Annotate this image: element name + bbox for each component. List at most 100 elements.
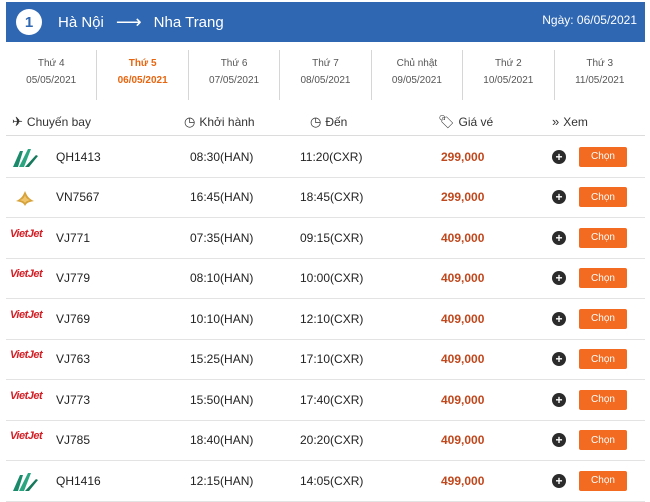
vietjet-logo: VietJet	[10, 389, 43, 402]
flight-row: VietJet VJ779 08:10(HAN) 10:00(CXR) 409,000 +…	[6, 259, 645, 299]
bamboo-airways-logo	[10, 147, 46, 167]
fare-price: 299,000	[441, 149, 485, 164]
select-flight-button[interactable]: Chọn	[579, 308, 627, 329]
date-tab-date: 07/05/2021	[209, 75, 260, 86]
clock-icon: ◷	[184, 114, 196, 129]
step-badge: 1	[16, 9, 42, 35]
date-tab-date: 10/05/2021	[483, 75, 534, 86]
date-tab-weekday: Chủ nhật	[396, 58, 438, 69]
date-tab[interactable]: Thứ 2 10/05/2021	[463, 50, 555, 100]
plus-circle-icon[interactable]: +	[552, 433, 566, 448]
flight-row: VietJet VJ785 18:40(HAN) 20:20(CXR) 409,000 +…	[6, 421, 645, 461]
col-price: 🏷 Giá vé	[438, 114, 493, 130]
flight-number: QH1413	[56, 149, 101, 164]
date-tab[interactable]: Thứ 3 11/05/2021	[555, 50, 645, 100]
date-tab-date: 09/05/2021	[391, 75, 442, 86]
departure-time: 08:10(HAN)	[190, 271, 254, 286]
date-tab-weekday: Thứ 7	[312, 58, 339, 69]
flight-number: VJ769	[56, 311, 91, 326]
fare-price: 409,000	[441, 433, 485, 448]
date-tab-date: 08/05/2021	[300, 75, 351, 86]
fare-price: 409,000	[441, 271, 485, 286]
select-flight-button[interactable]: Chọn	[579, 430, 627, 451]
col-depart-label: Khởi hành	[199, 115, 255, 129]
origin-city: Hà Nội	[58, 13, 104, 31]
flight-number: VJ779	[56, 271, 91, 286]
clock-icon: ◷	[310, 114, 322, 129]
date-tab[interactable]: Thứ 6 07/05/2021	[189, 50, 281, 100]
select-flight-button[interactable]: Chọn	[579, 389, 627, 410]
flight-list: QH1413 08:30(HAN) 11:20(CXR) 299,000 + Chọn VN…	[6, 137, 645, 502]
flight-row: VietJet VJ769 10:10(HAN) 12:10(CXR) 409,000 +…	[6, 299, 645, 340]
arrival-time: 12:10(CXR)	[300, 311, 364, 326]
arrow-right-icon: ⟶	[115, 11, 142, 32]
flight-row: VietJet VJ771 07:35(HAN) 09:15(CXR) 409,000 +…	[6, 218, 645, 259]
date-tab-date: 11/05/2021	[575, 75, 625, 86]
arrival-time: 09:15(CXR)	[300, 230, 364, 245]
col-arrive: ◷ Đến	[310, 114, 347, 130]
plus-circle-icon[interactable]: +	[552, 149, 566, 164]
date-tab-weekday: Thứ 4	[37, 58, 65, 69]
col-arrive-label: Đến	[325, 115, 348, 129]
departure-time: 18:40(HAN)	[190, 433, 254, 448]
departure-time: 12:15(HAN)	[190, 473, 254, 488]
flight-row: QH1413 08:30(HAN) 11:20(CXR) 299,000 + Chọn	[6, 137, 645, 178]
departure-time: 10:10(HAN)	[190, 311, 254, 326]
select-flight-button[interactable]: Chọn	[579, 187, 627, 208]
plus-circle-icon[interactable]: +	[552, 190, 566, 205]
col-view-label: Xem	[563, 114, 588, 129]
vietnam-airlines-logo	[10, 187, 46, 207]
fare-price: 299,000	[441, 190, 485, 205]
flight-number: VN7567	[56, 190, 100, 205]
plus-circle-icon[interactable]: +	[552, 271, 566, 286]
col-flight: ✈ Chuyến bay	[12, 114, 91, 130]
departure-time: 07:35(HAN)	[190, 230, 254, 245]
select-flight-button[interactable]: Chọn	[579, 349, 627, 370]
date-tab-weekday: Thứ 6	[220, 58, 248, 69]
fare-price: 409,000	[441, 352, 485, 367]
plus-circle-icon[interactable]: +	[552, 352, 566, 367]
date-tab[interactable]: Chủ nhật 09/05/2021	[372, 50, 464, 100]
fare-price: 409,000	[441, 311, 485, 326]
chevrons-down-icon: »	[552, 114, 560, 129]
date-tab[interactable]: Thứ 5 06/05/2021	[97, 50, 189, 100]
flight-row: VietJet VJ773 15:50(HAN) 17:40(CXR) 409,000 +…	[6, 380, 645, 421]
plus-circle-icon[interactable]: +	[552, 392, 566, 407]
date-tab-date: 05/05/2021	[26, 75, 77, 86]
flight-number: VJ785	[56, 433, 91, 448]
arrival-time: 14:05(CXR)	[300, 473, 364, 488]
airplane-icon: ✈	[12, 114, 23, 129]
select-flight-button[interactable]: Chọn	[579, 146, 627, 167]
route-title: Hà Nội ⟶ Nha Trang	[58, 12, 224, 33]
departure-time: 15:50(HAN)	[190, 392, 254, 407]
date-tab[interactable]: Thứ 4 05/05/2021	[6, 50, 98, 100]
vietjet-logo: VietJet	[10, 308, 43, 321]
arrival-time: 17:10(CXR)	[300, 352, 364, 367]
select-flight-button[interactable]: Chọn	[579, 227, 627, 248]
arrival-time: 20:20(CXR)	[300, 433, 364, 448]
arrival-time: 11:20(CXR)	[300, 149, 363, 164]
date-tab[interactable]: Thứ 7 08/05/2021	[280, 50, 372, 100]
plus-circle-icon[interactable]: +	[552, 473, 566, 488]
fare-price: 409,000	[441, 392, 485, 407]
date-tab-weekday: Thứ 3	[586, 58, 614, 69]
departure-time: 15:25(HAN)	[190, 352, 254, 367]
plus-circle-icon[interactable]: +	[552, 230, 566, 245]
plus-circle-icon[interactable]: +	[552, 311, 566, 326]
select-flight-button[interactable]: Chọn	[579, 268, 627, 289]
col-price-label: Giá vé	[458, 115, 494, 129]
destination-city: Nha Trang	[153, 13, 224, 31]
tag-icon: 🏷	[438, 114, 455, 129]
flight-number: VJ763	[56, 352, 91, 367]
arrival-time: 10:00(CXR)	[300, 271, 364, 286]
flight-row: VietJet VJ763 15:25(HAN) 17:10(CXR) 409,000 +…	[6, 340, 645, 380]
date-tab-date: 06/05/2021	[117, 75, 168, 86]
fare-price: 499,000	[441, 473, 485, 488]
column-headers: ✈ Chuyến bay ◷ Khởi hành ◷ Đến 🏷 Giá vé …	[6, 108, 645, 136]
flight-row: QH1416 12:15(HAN) 14:05(CXR) 499,000 + Chọn	[6, 461, 645, 502]
flight-row: VN7567 16:45(HAN) 18:45(CXR) 299,000 + Chọn	[6, 178, 645, 218]
col-flight-label: Chuyến bay	[26, 115, 91, 129]
select-flight-button[interactable]: Chọn	[579, 470, 627, 491]
bamboo-airways-logo	[10, 471, 46, 491]
arrival-time: 17:40(CXR)	[300, 392, 364, 407]
